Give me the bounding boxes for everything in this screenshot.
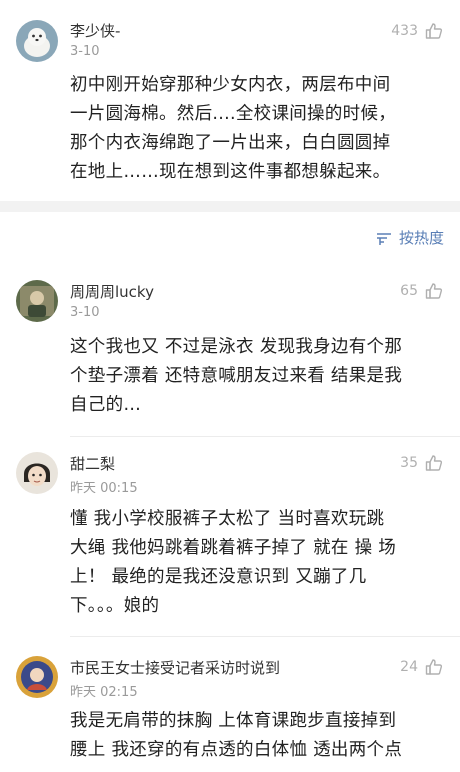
comment-date: 3-10 [70,44,100,59]
thumbs-up-icon [424,453,444,473]
thumbs-up-icon [424,281,444,301]
like-count: 24 [400,659,418,675]
sort-icon [375,230,399,246]
comment-separator [70,436,460,437]
comment-line: 我是无肩带的抹胸 上体育课跑步直接掉到 [70,711,397,731]
comment-text: 这个我也又 不过是泳衣 发现我身边有个那 个垫子漂着 还特意喊朋友过来看 结果是… [70,333,446,420]
comment-line: 初中刚开始穿那种少女内衣，两层布中间 [70,75,391,95]
comment-line: 自己的… [70,395,142,415]
comment-author[interactable]: 周周周lucky [70,281,154,302]
section-divider [0,201,460,212]
comment-line: 在地上……现在想到这件事都想躲起来。 [70,162,391,182]
comment-line: 那个内衣海绵跑了一片出来，白白圆圆掉 [70,133,391,153]
like-count: 433 [391,23,418,39]
comment-date: 昨天 02:15 [70,685,138,700]
avatar[interactable] [16,280,58,322]
comment-date: 3-10 [70,305,100,320]
comment-author[interactable]: 甜二梨 [70,453,115,474]
comment-line: 一片圆海棉。然后....全校课间操的时候， [70,104,397,124]
comment-line: 下。。。娘的 [70,596,160,616]
comment-text: 初中刚开始穿那种少女内衣，两层布中间 一片圆海棉。然后....全校课间操的时候，… [70,71,446,187]
comment-date: 昨天 00:15 [70,481,138,496]
comment-separator [70,636,460,637]
like-count: 35 [400,455,418,471]
comment-author[interactable]: 李少侠- [70,20,120,41]
avatar[interactable] [16,452,58,494]
like-count: 65 [400,283,418,299]
avatar[interactable] [16,656,58,698]
comment-line: 个垫子漂着 还特意喊朋友过来看 结果是我 [70,366,403,386]
avatar[interactable] [16,20,58,62]
comment-text: 懂 我小学校服裤子太松了 当时喜欢玩跳 大绳 我他妈跳着跳着裤子掉了 就在 操 … [70,505,446,621]
like-button[interactable]: 24 [400,657,444,677]
sort-button[interactable]: 按热度 [375,227,444,248]
comment-line: 懂 我小学校服裤子太松了 当时喜欢玩跳 [70,509,385,529]
comment-line: 腰上 我还穿的有点透的白体恤 透出两个点 [70,740,403,760]
comment-line: 这个我也又 不过是泳衣 发现我身边有个那 [70,337,403,357]
comment-author[interactable]: 市民王女士接受记者采访时说到 [70,657,280,678]
like-button[interactable]: 433 [391,21,444,41]
like-button[interactable]: 35 [400,453,444,473]
comment-line: 大绳 我他妈跳着跳着裤子掉了 就在 操 场 [70,538,397,558]
comment-text: 我是无肩带的抹胸 上体育课跑步直接掉到 腰上 我还穿的有点透的白体恤 透出两个点 [70,707,446,765]
sort-label: 按热度 [398,229,444,247]
comment-line: 上！ 最绝的是我还没意识到 又蹦了几 [70,567,367,587]
thumbs-up-icon [424,21,444,41]
thumbs-up-icon [424,657,444,677]
like-button[interactable]: 65 [400,281,444,301]
